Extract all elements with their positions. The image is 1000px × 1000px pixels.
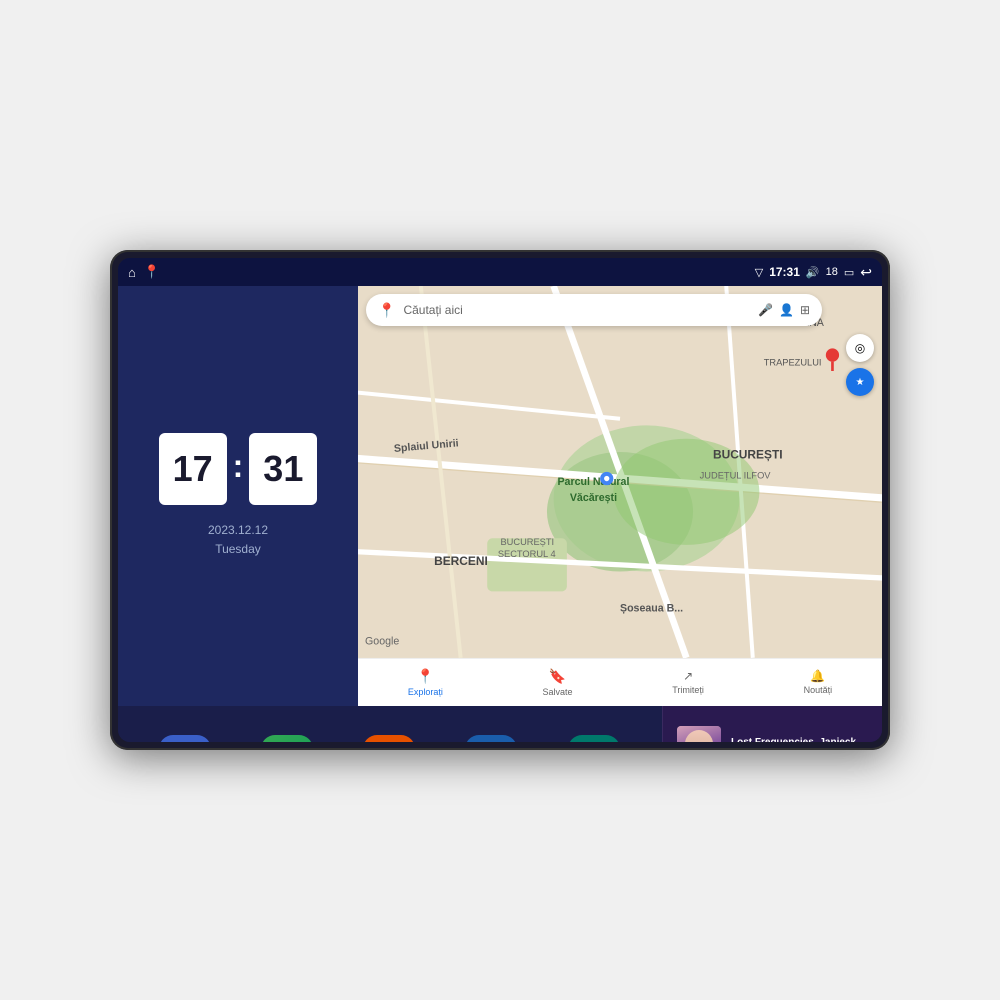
clock-colon: :: [233, 448, 244, 485]
map-nav-saved[interactable]: 🔖 Salvate: [543, 668, 573, 697]
svg-text:BUCUREȘTI: BUCUREȘTI: [500, 537, 554, 547]
music-thumb-inner: [677, 726, 721, 742]
back-icon[interactable]: ↩: [860, 264, 872, 281]
maps-icon-btn: 📍: [261, 735, 313, 742]
car-infotainment-device: ⌂ 📍 ▽ 17:31 🔊 18 ▭ ↩ 17 :: [110, 250, 890, 750]
svg-text:Văcărești: Văcărești: [570, 492, 617, 504]
home-icon[interactable]: ⌂: [128, 265, 136, 280]
apps-icon: [159, 735, 211, 742]
map-bottom-nav: 📍 Explorați 🔖 Salvate ↗ Trimiteți 🔔: [358, 658, 882, 706]
map-svg: Splaiul Unirii Șoseaua B... BUCUREȘTI JU…: [358, 286, 882, 658]
location-btn[interactable]: ◎: [846, 334, 874, 362]
music-thumb-face: [685, 730, 713, 742]
svg-text:Google: Google: [365, 636, 399, 648]
music-title: Lost Frequencies_Janieck Devy-...: [731, 737, 868, 742]
clock-hour: 17: [159, 433, 227, 505]
svg-text:Șoseaua B...: Șoseaua B...: [620, 602, 683, 614]
radio-icon: FM: [363, 735, 415, 742]
map-nav-explore[interactable]: 📍 Explorați: [408, 668, 443, 697]
carlink-icon: 📱: [568, 735, 620, 742]
clock-panel: 17 : 31 2023.12.12 Tuesday: [118, 286, 358, 706]
svg-text:Parcul Natural: Parcul Natural: [557, 476, 629, 488]
map-search-text[interactable]: Căutați aici: [403, 303, 750, 317]
share-icon: ↗: [683, 669, 693, 683]
clock-date: 2023.12.12 Tuesday: [208, 521, 268, 559]
volume-icon: 🔊: [806, 266, 820, 279]
bottom-section: Apps 📍 Maps FM: [118, 706, 882, 742]
app-item-bluetooth[interactable]: Bluetooth: [465, 735, 517, 742]
signal-icon: ▽: [755, 266, 763, 279]
battery-icon: ▭: [844, 266, 854, 279]
top-section: 17 : 31 2023.12.12 Tuesday 📍 Căutați aic…: [118, 286, 882, 706]
microphone-icon[interactable]: 🎤: [758, 303, 773, 317]
svg-text:JUDEȚUL ILFOV: JUDEȚUL ILFOV: [700, 471, 772, 481]
maps-status-icon[interactable]: 📍: [144, 264, 160, 280]
svg-text:BUCUREȘTI: BUCUREȘTI: [713, 448, 783, 462]
main-content: 17 : 31 2023.12.12 Tuesday 📍 Căutați aic…: [118, 286, 882, 742]
device-screen: ⌂ 📍 ▽ 17:31 🔊 18 ▭ ↩ 17 :: [118, 258, 882, 742]
status-bar: ⌂ 📍 ▽ 17:31 🔊 18 ▭ ↩: [118, 258, 882, 286]
news-icon: 🔔: [810, 669, 825, 683]
svg-text:SECTORUL 4: SECTORUL 4: [498, 549, 556, 559]
map-panel[interactable]: 📍 Căutați aici 🎤 👤 ⊞: [358, 286, 882, 706]
music-panel: Lost Frequencies_Janieck Devy-... Unknow…: [662, 706, 882, 742]
map-controls: ◎ ★: [846, 334, 874, 396]
app-item-apps[interactable]: Apps: [159, 735, 211, 742]
status-time: 17:31: [769, 265, 800, 279]
clock-minute: 31: [249, 433, 317, 505]
navigate-btn[interactable]: ★: [846, 368, 874, 396]
app-item-radio[interactable]: FM radio: [363, 735, 415, 742]
music-info: Lost Frequencies_Janieck Devy-... Unknow…: [731, 737, 868, 742]
svg-text:TRAPEZULUI: TRAPEZULUI: [764, 358, 822, 368]
music-top: Lost Frequencies_Janieck Devy-... Unknow…: [677, 726, 868, 742]
app-item-carlink[interactable]: 📱 Car Link 2.0: [567, 735, 621, 742]
music-thumbnail: [677, 726, 721, 742]
clock-display: 17 : 31: [159, 433, 318, 505]
grid-icon[interactable]: ⊞: [800, 303, 810, 317]
google-maps-icon: 📍: [378, 302, 395, 319]
account-icon[interactable]: 👤: [779, 303, 794, 317]
bluetooth-icon: [465, 735, 517, 742]
svg-text:BERCENI: BERCENI: [434, 554, 488, 568]
explore-icon: 📍: [417, 668, 434, 685]
status-left-icons: ⌂ 📍: [128, 264, 160, 280]
map-search-bar[interactable]: 📍 Căutați aici 🎤 👤 ⊞: [366, 294, 822, 326]
map-nav-share[interactable]: ↗ Trimiteți: [672, 669, 704, 695]
saved-icon: 🔖: [549, 668, 566, 685]
volume-value: 18: [826, 266, 838, 278]
apps-row: Apps 📍 Maps FM: [118, 706, 662, 742]
status-right-area: ▽ 17:31 🔊 18 ▭ ↩: [755, 264, 872, 281]
app-item-maps[interactable]: 📍 Maps: [261, 735, 313, 742]
map-search-actions: 🎤 👤 ⊞: [758, 303, 810, 317]
map-nav-news[interactable]: 🔔 Noutăți: [804, 669, 833, 695]
map-background: Splaiul Unirii Șoseaua B... BUCUREȘTI JU…: [358, 286, 882, 658]
